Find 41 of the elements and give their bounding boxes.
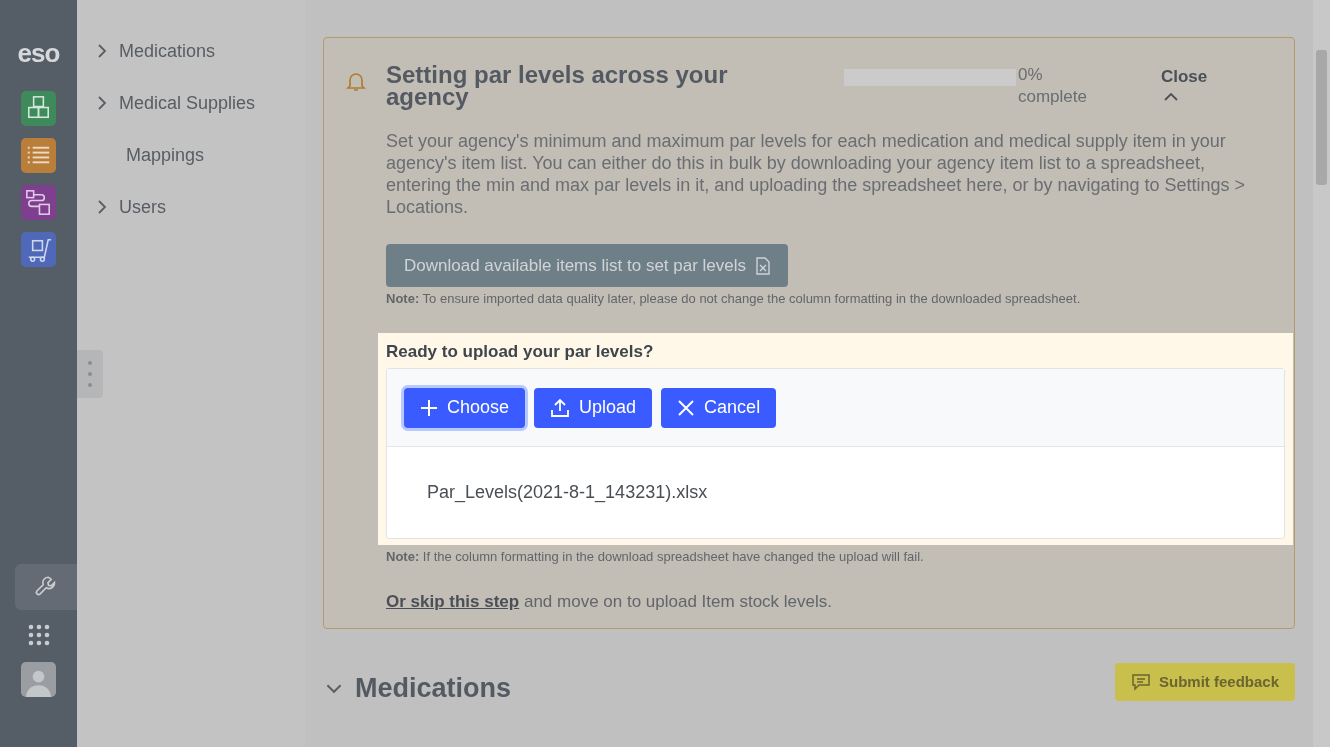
chevron-right-icon [97, 43, 107, 59]
drag-handle[interactable] [77, 350, 103, 398]
skip-text: and move on to upload Item stock levels. [523, 592, 832, 611]
choose-button[interactable]: Choose [404, 387, 526, 428]
progress-caption: complete [1018, 86, 1087, 108]
sidebar-item[interactable]: Mappings [97, 129, 305, 181]
wrench-icon[interactable] [15, 564, 77, 610]
upload-note: Note: If the column formatting in the download spreadsheet have changed the upload will fail. [386, 549, 925, 564]
download-note: Note: To ensure imported data quality later, please do not change the column formatting in the downloaded spreadsheet. [386, 291, 1082, 306]
upload-button[interactable]: Upload [534, 387, 653, 428]
boxes-icon[interactable] [21, 91, 56, 126]
guide-description: Set your agency's minimum and maximum par levels for each medication and medical supply item in your agency's item list. You can either do this in bulk by downloading your agency item list to a spreadsheet, entering the min and max par levels in it, and uploading the spreadsheet here, or by navigating to Settings > Locations. [386, 130, 1247, 218]
chevron-right-icon [97, 95, 107, 111]
caret-up-icon [1163, 92, 1179, 102]
plus-icon [420, 398, 438, 417]
flow-icon[interactable] [21, 185, 56, 220]
file-name: Par_Levels(2021-8-1_143231).xlsx [427, 482, 708, 503]
apps-grid-icon[interactable] [27, 624, 50, 646]
cart-icon[interactable] [21, 232, 56, 267]
sidebar-item[interactable]: Users [97, 181, 305, 233]
download-button[interactable]: Download available items list to set par levels [386, 244, 789, 287]
progress-percent: 0% [1018, 64, 1044, 86]
logo: eso [17, 38, 60, 69]
comment-icon [1130, 672, 1151, 691]
cancel-button[interactable]: Cancel [661, 387, 777, 428]
skip-link[interactable]: Or skip this step [386, 592, 520, 611]
feedback-button[interactable]: Submit feedback [1114, 662, 1295, 701]
chevron-right-icon [97, 199, 107, 215]
sidebar-item[interactable]: Medical Supplies [97, 77, 305, 129]
upload-icon [550, 397, 571, 418]
scrollbar[interactable] [1313, 0, 1330, 747]
chevron-down-icon [325, 683, 343, 694]
close-button[interactable]: Close [1161, 67, 1208, 102]
section-toggle[interactable]: Medications [325, 673, 512, 704]
upload-title: Ready to upload your par levels? [386, 342, 655, 362]
avatar-icon[interactable] [21, 662, 56, 697]
sidebar-item[interactable]: Medications [97, 25, 305, 77]
close-icon [677, 398, 696, 417]
list-icon[interactable] [21, 138, 56, 173]
spreadsheet-file-icon [756, 256, 771, 275]
guide-title: Setting par levels across your agency [386, 64, 729, 108]
